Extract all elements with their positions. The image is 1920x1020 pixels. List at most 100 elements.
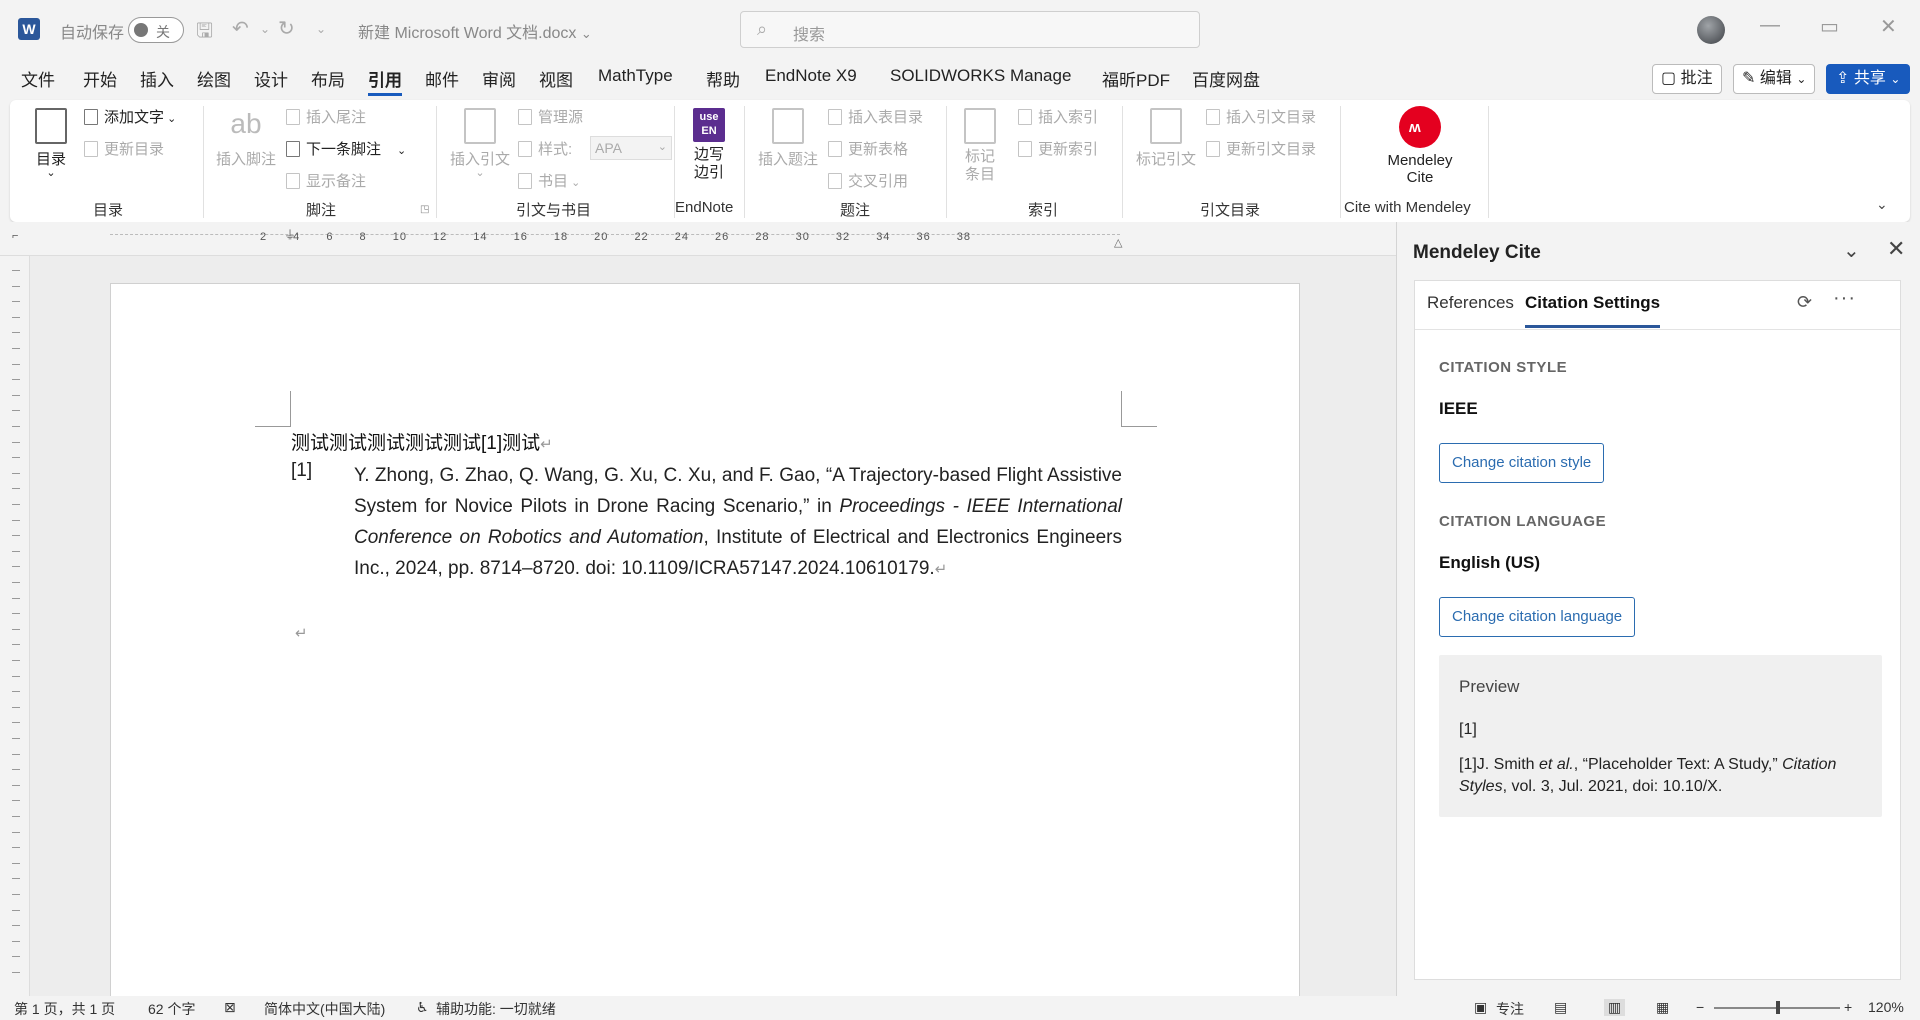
undo-icon[interactable]: ↶ [232,16,249,41]
save-icon[interactable]: 🖫 [196,16,213,50]
insert-endnote-label: 插入尾注 [306,109,367,126]
tab-solidworks[interactable]: SOLIDWORKS Manage [890,66,1071,86]
next-footnote-button[interactable]: 下一条脚注 ⌄ [286,138,406,159]
share-button[interactable]: ⇪ 共享 ⌄ [1826,64,1910,94]
document-title[interactable]: 新建 Microsoft Word 文档.docx ⌄ [358,19,592,43]
insert-caption-button[interactable]: 插入题注 [756,108,820,169]
close-icon[interactable]: ✕ [1887,236,1905,262]
chevron-down-icon[interactable]: ⌄ [1843,238,1860,263]
chevron-down-icon: ⌄ [475,167,485,179]
tab-baidu-netdisk[interactable]: 百度网盘 [1192,66,1260,91]
reference-entry[interactable]: Y. Zhong, G. Zhao, Q. Wang, G. Xu, C. Xu… [354,460,1122,585]
accessibility-status[interactable]: 辅助功能: 一切就绪 [436,999,556,1019]
undo-dropdown-icon[interactable]: ⌄ [260,22,270,36]
collapse-ribbon-icon[interactable]: ⌄ [1876,196,1888,213]
proofing-icon[interactable]: ⊠ [224,999,236,1016]
restore-icon[interactable]: ▭ [1820,14,1839,39]
tab-insert[interactable]: 插入 [140,66,174,91]
ruler-tick [12,644,20,646]
document-page[interactable]: 测试测试测试测试测试[1]测试↵ [1] Y. Zhong, G. Zhao, … [110,283,1300,996]
update-table-button[interactable]: 更新表格 [828,138,908,159]
tab-home[interactable]: 开始 [83,66,117,91]
insert-table-of-figures-button[interactable]: 插入表目录 [828,106,923,127]
search-input[interactable]: ⌕ 搜索 [740,11,1200,48]
cross-reference-button[interactable]: 交叉引用 [828,170,908,191]
menu-bar: 文件 开始 插入 绘图 设计 布局 引用 邮件 审阅 视图 MathType 帮… [0,62,1920,96]
ruler-tick [12,660,20,661]
toc-button[interactable]: 目录 ⌄ [30,108,72,179]
ruler-tick [12,348,20,349]
tab-mailings[interactable]: 邮件 [425,66,459,91]
add-text-button[interactable]: 添加文字 ⌄ [84,106,176,127]
indent-marker-icon[interactable]: ⏚ [284,226,296,243]
show-notes-button[interactable]: 显示备注 [286,170,366,191]
minimize-icon[interactable]: — [1760,14,1780,37]
editing-button[interactable]: ✎ 编辑 ⌄ [1733,64,1816,94]
tab-endnote[interactable]: EndNote X9 [765,66,857,86]
manage-sources-button[interactable]: 管理源 [518,106,583,127]
page-count[interactable]: 第 1 页，共 1 页 [14,999,115,1019]
tab-design[interactable]: 设计 [254,66,288,91]
insert-index-button[interactable]: 插入索引 [1018,106,1098,127]
language-indicator[interactable]: 简体中文(中国大陆) [264,999,385,1019]
mendeley-cite-button[interactable]: ʍ Mendeley Cite [1370,106,1470,186]
mark-citation-label: 标记引文 [1135,151,1196,168]
comments-button[interactable]: ▢ 批注 [1652,64,1722,94]
update-index-button[interactable]: 更新索引 [1018,138,1098,159]
insert-endnote-button[interactable]: 插入尾注 [286,106,366,127]
word-count[interactable]: 62 个字 [148,999,195,1019]
tab-draw[interactable]: 绘图 [197,66,231,91]
insert-toa-icon [1206,109,1220,125]
read-mode-icon[interactable]: ▤ [1554,999,1567,1016]
tab-file[interactable]: 文件 [21,66,55,91]
avatar[interactable] [1697,16,1725,44]
insert-footnote-button[interactable]: ab 插入脚注 [214,108,278,169]
insert-toa-button[interactable]: 插入引文目录 [1206,106,1316,127]
tab-mathtype[interactable]: MathType [598,66,673,86]
tab-help[interactable]: 帮助 [706,66,740,91]
customize-qat-icon[interactable]: ⌄ [316,22,326,36]
update-toc-button[interactable]: 更新目录 [84,138,164,159]
vertical-ruler[interactable] [0,256,30,996]
citation-style-select[interactable]: APA ⌄ [590,136,672,160]
refresh-icon[interactable]: ⟳ [1797,292,1812,313]
zoom-out-icon[interactable]: − [1696,999,1704,1015]
redo-icon[interactable]: ↻ [278,16,295,41]
tab-references[interactable]: 引用 [368,66,402,96]
print-layout-icon[interactable]: ▥ [1604,999,1626,1016]
zoom-in-icon[interactable]: + [1844,999,1852,1015]
close-window-icon[interactable]: ✕ [1880,14,1897,39]
focus-mode-button[interactable]: 专注 [1496,999,1524,1019]
update-toc-label: 更新目录 [104,141,165,158]
insert-citation-label: 插入引文 [449,151,510,168]
horizontal-ruler[interactable]: ⌐ 2 4 6 8 10 12 14 16 18 20 22 24 26 28 … [0,222,1396,256]
more-options-icon[interactable]: ··· [1833,287,1856,310]
pencil-icon: ✎ [1742,70,1756,87]
tab-references[interactable]: References [1427,293,1514,325]
panel-title: Mendeley Cite [1413,242,1541,263]
zoom-level[interactable]: 120% [1868,999,1904,1015]
body-paragraph[interactable]: 测试测试测试测试测试[1]测试↵ [291,428,1121,455]
insert-citation-button[interactable]: 插入引文 ⌄ [448,108,512,179]
web-layout-icon[interactable]: ▦ [1656,999,1669,1016]
tab-review[interactable]: 审阅 [482,66,516,91]
mark-citation-button[interactable]: 标记引文 [1134,108,1198,169]
right-indent-marker-icon[interactable]: △ [1114,236,1122,249]
document-area[interactable]: 测试测试测试测试测试[1]测试↵ [1] Y. Zhong, G. Zhao, … [30,256,1396,996]
autosave-toggle[interactable]: 关 [128,17,184,43]
title-bar: W 自动保存 关 🖫 ↶ ⌄ ↻ ⌄ 新建 Microsoft Word 文档.… [0,0,1920,58]
update-toa-button[interactable]: 更新引文目录 [1206,138,1316,159]
tab-layout[interactable]: 布局 [311,66,345,91]
tab-citation-settings[interactable]: Citation Settings [1525,293,1661,328]
change-citation-style-button[interactable]: Change citation style [1439,443,1605,483]
change-citation-language-button[interactable]: Change citation language [1439,597,1636,637]
endnote-cite-while-writing-button[interactable]: use EN 边写边引 [688,108,730,182]
tab-selector-icon[interactable]: ⌐ [12,230,18,242]
mark-entry-button[interactable]: 标记条目 [958,108,1002,184]
tab-foxit-pdf[interactable]: 福昕PDF [1102,66,1170,91]
zoom-slider-thumb[interactable] [1776,1001,1780,1014]
tab-view[interactable]: 视图 [539,66,573,91]
bibliography-button[interactable]: 书目 ⌄ [518,170,580,191]
dialog-launcher-icon[interactable]: ◳ [420,204,429,215]
insert-table-of-figures-label: 插入表目录 [848,109,924,126]
